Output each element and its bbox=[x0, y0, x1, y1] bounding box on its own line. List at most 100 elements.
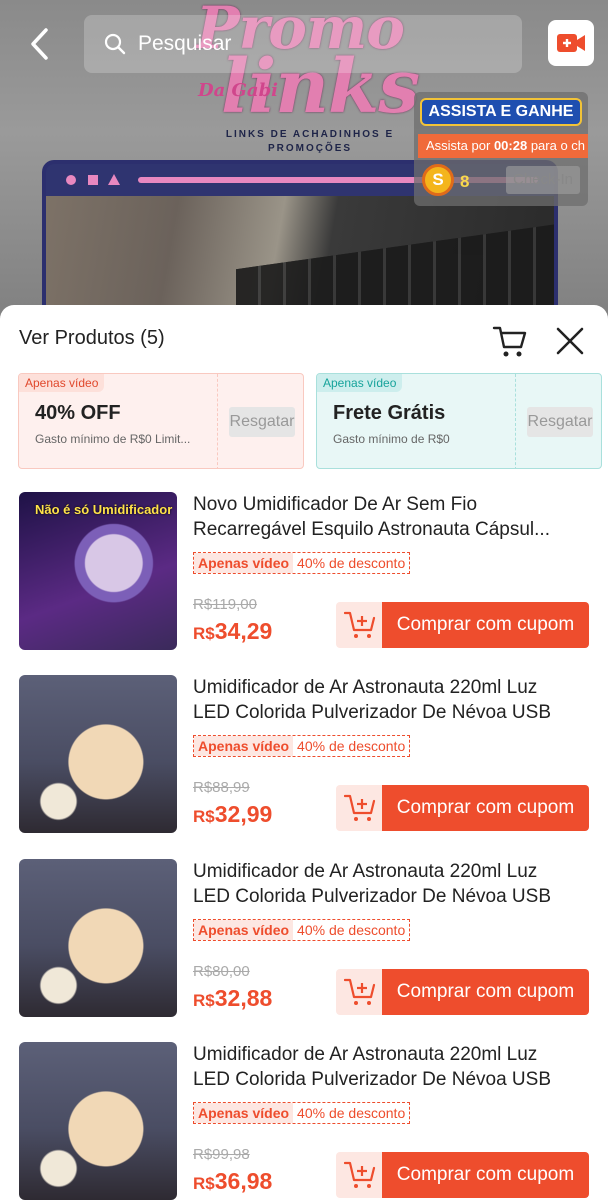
original-price: R$119,00 bbox=[193, 596, 257, 613]
discount-badge: 40% de desconto bbox=[297, 738, 406, 754]
voucher-tag: Apenas vídeo bbox=[19, 374, 105, 392]
live-video-icon bbox=[557, 34, 585, 52]
cart-button[interactable] bbox=[492, 323, 528, 359]
search-icon bbox=[104, 33, 126, 55]
promo-logo-byline: Da Gabi bbox=[198, 80, 278, 101]
buy-with-coupon-button[interactable]: Comprar com cupom bbox=[382, 1152, 589, 1198]
product-name-line1: Umidificador de Ar Astronauta 220ml Luz bbox=[193, 677, 538, 698]
video-only-badge: Apenas vídeo bbox=[194, 553, 294, 573]
product-name-line1: Umidificador de Ar Astronauta 220ml Luz bbox=[193, 861, 538, 882]
sale-price: R$36,98 bbox=[193, 1168, 272, 1195]
close-icon bbox=[556, 327, 584, 355]
frame-triangle-icon bbox=[108, 174, 120, 185]
product-name: Umidificador de Ar Astronauta 220ml Luz … bbox=[193, 1042, 593, 1092]
product-promo-badge: Apenas vídeo 40% de desconto bbox=[193, 1102, 411, 1124]
add-to-cart-button[interactable] bbox=[336, 1152, 384, 1198]
add-to-cart-button[interactable] bbox=[336, 602, 384, 648]
voucher-tag: Apenas vídeo bbox=[317, 374, 403, 392]
sheet-header: Ver Produtos (5) bbox=[0, 305, 608, 373]
watch-timer: Assista por 00:28 para o ch bbox=[418, 134, 588, 158]
live-video-button[interactable] bbox=[548, 20, 594, 66]
product-name: Umidificador de Ar Astronauta 220ml Luz … bbox=[193, 675, 593, 725]
discount-badge: 40% de desconto bbox=[297, 922, 406, 938]
add-to-cart-button[interactable] bbox=[336, 969, 384, 1015]
cart-icon bbox=[492, 326, 527, 357]
product-name-line2: LED Colorida Pulverizador De Névoa USB bbox=[193, 702, 551, 723]
product-item[interactable]: Umidificador de Ar Astronauta 220ml Luz … bbox=[0, 1042, 608, 1200]
currency-symbol: R$ bbox=[193, 991, 215, 1010]
product-item[interactable]: Umidificador de Ar Astronauta 220ml Luz … bbox=[0, 859, 608, 1029]
product-image[interactable] bbox=[19, 1042, 177, 1200]
product-image[interactable] bbox=[19, 859, 177, 1017]
product-image[interactable] bbox=[19, 675, 177, 833]
product-image-text: Não é só Umidificador bbox=[35, 502, 173, 517]
sale-price: R$32,99 bbox=[193, 801, 272, 828]
search-placeholder: Pesquisar bbox=[138, 32, 232, 55]
frame-circle-icon bbox=[66, 175, 76, 185]
add-to-cart-icon bbox=[344, 611, 376, 638]
currency-symbol: R$ bbox=[193, 807, 215, 826]
watch-and-earn-widget[interactable]: ASSISTA E GANHE Assista por 00:28 para o… bbox=[414, 92, 588, 206]
product-name: Novo Umidificador De Ar Sem Fio Recarreg… bbox=[193, 492, 593, 542]
voucher-subtitle: Gasto mínimo de R$0 Limit... bbox=[35, 432, 191, 446]
add-to-cart-icon bbox=[344, 978, 376, 1005]
video-only-badge: Apenas vídeo bbox=[194, 1103, 294, 1123]
voucher-divider bbox=[217, 374, 218, 468]
buy-with-coupon-button[interactable]: Comprar com cupom bbox=[382, 969, 589, 1015]
sale-price: R$34,29 bbox=[193, 618, 272, 645]
back-arrow-icon bbox=[31, 28, 48, 60]
voucher-list: Apenas vídeo 40% OFF Gasto mínimo de R$0… bbox=[18, 373, 608, 469]
discount-badge: 40% de desconto bbox=[297, 555, 406, 571]
sheet-title: Ver Produtos (5) bbox=[19, 327, 165, 349]
voucher-claim-button[interactable]: Resgatar bbox=[527, 407, 593, 437]
product-name-line2: LED Colorida Pulverizador De Névoa USB bbox=[193, 1069, 551, 1090]
buy-with-coupon-button[interactable]: Comprar com cupom bbox=[382, 602, 589, 648]
video-only-badge: Apenas vídeo bbox=[194, 736, 294, 756]
product-promo-badge: Apenas vídeo 40% de desconto bbox=[193, 919, 411, 941]
add-to-cart-button[interactable] bbox=[336, 785, 384, 831]
voucher-card[interactable]: Apenas vídeo 40% OFF Gasto mínimo de R$0… bbox=[18, 373, 304, 469]
coin-icon: S bbox=[422, 164, 454, 196]
voucher-title: Frete Grátis bbox=[333, 402, 446, 424]
close-button[interactable] bbox=[554, 325, 586, 357]
product-name-line1: Novo Umidificador De Ar Sem Fio bbox=[193, 494, 478, 515]
product-name-line1: Umidificador de Ar Astronauta 220ml Luz bbox=[193, 1044, 538, 1065]
product-name: Umidificador de Ar Astronauta 220ml Luz … bbox=[193, 859, 593, 909]
frame-square-icon bbox=[88, 175, 98, 185]
watch-timer-prefix: Assista por bbox=[426, 138, 491, 153]
product-promo-badge: Apenas vídeo 40% de desconto bbox=[193, 735, 411, 757]
original-price: R$88,99 bbox=[193, 779, 250, 796]
search-bar[interactable]: Pesquisar bbox=[84, 15, 522, 73]
discount-badge: 40% de desconto bbox=[297, 1105, 406, 1121]
sale-price: R$32,88 bbox=[193, 985, 272, 1012]
coin-count: 8 bbox=[460, 172, 470, 191]
add-to-cart-icon bbox=[344, 794, 376, 821]
buy-with-coupon-button[interactable]: Comprar com cupom bbox=[382, 785, 589, 831]
voucher-divider bbox=[515, 374, 516, 468]
price-value: 36,98 bbox=[214, 1168, 273, 1194]
product-image[interactable]: Não é só Umidificador bbox=[19, 492, 177, 650]
products-sheet: Ver Produtos (5) Apenas vídeo 40% OFF Ga… bbox=[0, 305, 608, 1200]
voucher-claim-button[interactable]: Resgatar bbox=[229, 407, 295, 437]
watch-timer-suffix: para o ch bbox=[530, 138, 586, 153]
product-item[interactable]: Não é só Umidificador Novo Umidificador … bbox=[0, 492, 608, 662]
voucher-subtitle: Gasto mínimo de R$0 bbox=[333, 432, 450, 446]
price-value: 32,99 bbox=[214, 801, 273, 827]
product-name-line2: Recarregável Esquilo Astronauta Cápsul..… bbox=[193, 519, 550, 540]
product-name-line2: LED Colorida Pulverizador De Névoa USB bbox=[193, 886, 551, 907]
checkin-button[interactable]: Check-In bbox=[506, 166, 580, 194]
promo-logo-subtitle: LINKS DE ACHADINHOS E PROMOÇÕES bbox=[225, 129, 395, 154]
watch-banner: ASSISTA E GANHE bbox=[420, 98, 582, 126]
add-to-cart-icon bbox=[344, 1161, 376, 1188]
original-price: R$99,98 bbox=[193, 1146, 250, 1163]
currency-symbol: R$ bbox=[193, 1174, 215, 1193]
video-only-badge: Apenas vídeo bbox=[194, 920, 294, 940]
price-value: 32,88 bbox=[214, 985, 273, 1011]
voucher-card[interactable]: Apenas vídeo Frete Grátis Gasto mínimo d… bbox=[316, 373, 602, 469]
product-promo-badge: Apenas vídeo 40% de desconto bbox=[193, 552, 411, 574]
original-price: R$80,00 bbox=[193, 963, 250, 980]
voucher-title: 40% OFF bbox=[35, 402, 121, 424]
back-button[interactable] bbox=[24, 24, 60, 64]
product-item[interactable]: Umidificador de Ar Astronauta 220ml Luz … bbox=[0, 675, 608, 845]
currency-symbol: R$ bbox=[193, 624, 215, 643]
